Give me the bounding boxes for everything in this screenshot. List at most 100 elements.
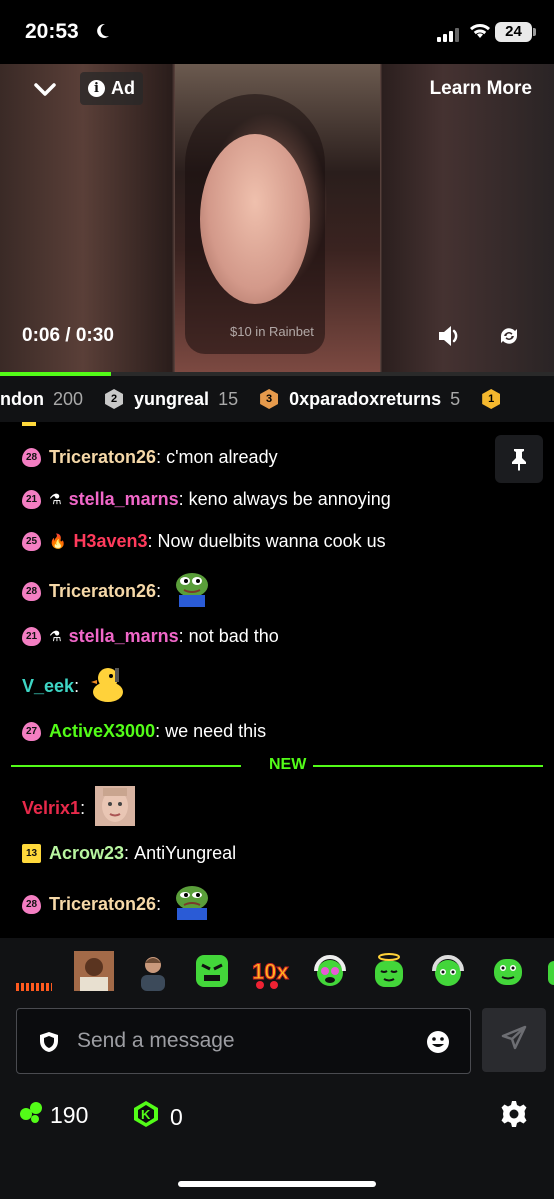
rank-badge-icon: 2 [105, 389, 124, 409]
leaderboard-name: 0xparadoxreturns [289, 388, 442, 409]
chat-username[interactable]: stella_marns [69, 626, 179, 647]
leaderboard-points: 200 [52, 388, 84, 409]
leaderboard-item[interactable]: ndon 200 [0, 389, 83, 410]
svg-text:10x: 10x [252, 959, 289, 984]
clipped-badge [22, 422, 36, 426]
chat-text: not bad tho [188, 626, 279, 646]
flame-icon: 🔥 [49, 533, 67, 549]
chat-text: we need this [165, 721, 267, 741]
emoji-icon[interactable] [426, 1030, 450, 1059]
subscriber-badge-icon: 21 [22, 490, 41, 509]
message-input[interactable] [77, 1024, 407, 1058]
rank-badge-icon: 3 [260, 389, 279, 409]
chat-message[interactable]: 27 ActiveX3000: we need this [22, 721, 266, 742]
person-emote-icon[interactable] [133, 951, 173, 991]
angel-face-emote-icon[interactable] [369, 951, 409, 991]
video-figure-face [200, 134, 310, 304]
battery-indicator: 24 [495, 22, 536, 42]
chat-message[interactable]: 28 Triceraton26: [22, 882, 213, 927]
subscriber-badge-icon: 13 [22, 844, 41, 863]
chat-message[interactable]: Velrix1: [22, 786, 136, 831]
subscriber-badge-icon: 28 [22, 448, 41, 467]
leaderboard-item[interactable]: 1 [482, 389, 511, 409]
emote-bar[interactable]: 10x [0, 938, 554, 1008]
points-balance[interactable]: 190 [18, 1100, 88, 1130]
kick-coin-icon: K [132, 1100, 160, 1134]
video-time: 0:06 / 0:30 [22, 325, 114, 346]
kick-balance-value: 0 [170, 1103, 183, 1130]
chat-message[interactable]: 25 🔥 H3aven3: Now duelbits wanna cook us [22, 531, 386, 552]
points-balance-value: 190 [50, 1101, 89, 1128]
flask-icon: ⚗ [49, 628, 62, 644]
angry-face-emote-icon[interactable] [192, 951, 232, 991]
send-icon [500, 1024, 528, 1057]
flask-icon: ⚗ [49, 491, 62, 507]
chat-text: Now duelbits wanna cook us [157, 531, 386, 551]
new-label: NEW [269, 756, 307, 773]
status-bar: 20:53 24 [0, 0, 554, 64]
headphones-face-emote-icon[interactable] [310, 951, 350, 991]
home-indicator[interactable] [178, 1181, 376, 1187]
learn-more-link[interactable]: Learn More [430, 78, 532, 100]
chat-message[interactable]: 13 Acrow23: AntiYungreal [22, 843, 236, 864]
chat-username[interactable]: Acrow23 [49, 843, 124, 864]
chat-username[interactable]: Triceraton26 [49, 581, 156, 602]
duck-emote-icon[interactable] [89, 664, 127, 709]
chat-text: AntiYungreal [134, 843, 237, 863]
green-face-emote-icon[interactable] [488, 951, 528, 991]
chat-username[interactable]: V_eek [22, 676, 74, 697]
chevron-down-icon[interactable] [30, 76, 60, 104]
pepe-emote-icon[interactable] [171, 569, 213, 614]
svg-text:K: K [141, 1107, 151, 1122]
message-input-box[interactable] [16, 1008, 471, 1074]
chat-message[interactable]: V_eek: [22, 664, 127, 709]
chat-username[interactable]: ActiveX3000 [49, 721, 155, 742]
send-button[interactable] [482, 1008, 546, 1072]
status-time: 20:53 [25, 20, 79, 43]
cell-signal-icon [437, 26, 459, 42]
leaderboard-strip[interactable]: ndon 200 2 yungreal 15 3 0xparadoxreturn… [0, 376, 554, 422]
face-emote-icon[interactable] [95, 786, 136, 831]
shield-icon[interactable] [38, 1031, 60, 1058]
chat-message[interactable]: 21 ⚗ stella_marns: keno always be annoyi… [22, 489, 391, 510]
leaderboard-points: 5 [450, 388, 461, 409]
leaderboard-points: 15 [218, 388, 239, 409]
kick-balance[interactable]: K 0 [132, 1100, 183, 1134]
subscriber-badge-icon: 28 [22, 895, 41, 914]
leaderboard-item[interactable]: 2 yungreal 15 [105, 389, 238, 410]
subscriber-badge-icon: 27 [22, 722, 41, 741]
subscriber-badge-icon: 21 [22, 627, 41, 646]
green-emote-icon[interactable] [546, 951, 554, 991]
chat-message[interactable]: 21 ⚗ stella_marns: not bad tho [22, 626, 279, 647]
chat-text: keno always be annoying [188, 489, 391, 509]
headset-face-emote-icon[interactable] [428, 951, 468, 991]
chat-username[interactable]: H3aven3 [73, 531, 147, 552]
new-messages-divider: NEW [11, 754, 543, 778]
chat-message[interactable]: 28 Triceraton26: c'mon already [22, 447, 278, 468]
chat-username[interactable]: Velrix1 [22, 798, 80, 819]
info-icon: i [88, 80, 105, 97]
composer: 190 K 0 [0, 1008, 554, 1199]
leaderboard-name: yungreal [134, 388, 210, 409]
subscriber-badge-icon: 25 [22, 532, 41, 551]
man-emote-icon[interactable] [74, 951, 114, 991]
chat-username[interactable]: stella_marns [69, 489, 179, 510]
equalizer-emote-icon[interactable] [16, 983, 52, 991]
chat-text: c'mon already [166, 447, 278, 467]
pin-icon[interactable] [495, 435, 543, 483]
volume-icon[interactable] [436, 322, 464, 355]
gear-icon[interactable] [500, 1100, 528, 1133]
replay-icon[interactable] [495, 322, 523, 355]
leaderboard-name: ndon [0, 388, 44, 409]
ad-badge[interactable]: i Ad [80, 72, 143, 105]
points-icon [18, 1100, 46, 1130]
pepe-sad-emote-icon[interactable] [171, 882, 213, 927]
chat-username[interactable]: Triceraton26 [49, 894, 156, 915]
rank-badge-icon: 1 [482, 389, 501, 409]
leaderboard-item[interactable]: 3 0xparadoxreturns 5 [260, 389, 460, 410]
chat-message[interactable]: 28 Triceraton26: [22, 569, 213, 614]
wifi-icon [469, 22, 491, 45]
10x-emote-icon[interactable]: 10x [250, 951, 290, 991]
chat-username[interactable]: Triceraton26 [49, 447, 156, 468]
ad-label: Ad [111, 78, 135, 98]
